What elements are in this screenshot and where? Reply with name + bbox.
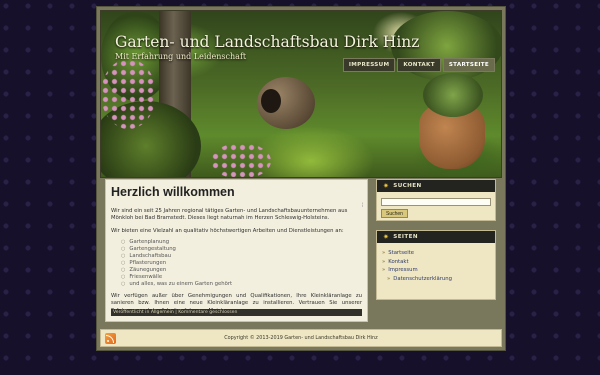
post-meta-bar: Veröffentlicht in Allgemein | Kommentare… [111,309,362,316]
pages-widget-header: ✷ SEITEN [377,231,495,243]
post-intro: Wir sind ein seit 25 Jahren regional tät… [111,208,348,222]
main-content: Herzlich willkommen ¦ Wir sind ein seit … [105,179,368,322]
list-item: Gartenplanung [121,239,362,246]
pages-widget: ✷ SEITEN Startseite Kontakt Impressum Da… [376,230,496,300]
copyright-text: Copyright © 2013-2019 Garten- und Landsc… [224,335,378,341]
page-link-impressum[interactable]: Impressum [382,266,495,275]
site-title[interactable]: Garten- und Landschaftsbau Dirk Hinz [115,33,419,51]
nav-item-kontakt[interactable]: KONTAKT [397,58,441,72]
pages-widget-title: SEITEN [393,234,418,240]
pot-plant-image [423,73,483,117]
comments-status: Kommentare geschlossen [178,310,238,315]
list-item: Pflasterungen [121,260,362,267]
footer: Copyright © 2013-2019 Garten- und Landsc… [100,329,502,347]
meta-separator: | [175,310,177,315]
page-wrapper: Garten- und Landschaftsbau Dirk Hinz Mit… [96,6,506,351]
star-icon: ✷ [383,233,390,241]
page-link-kontakt[interactable]: Kontakt [382,258,495,267]
header-banner: Garten- und Landschaftsbau Dirk Hinz Mit… [100,10,502,178]
pages-list: Startseite Kontakt Impressum Datenschutz… [377,243,495,283]
search-widget-header: ✷ SUCHEN [377,180,495,192]
nav-item-startseite[interactable]: STARTSEITE [442,58,495,72]
category-link[interactable]: Allgemein [151,310,174,315]
meta-prefix: Veröffentlicht in [113,310,150,315]
search-input[interactable] [381,198,491,206]
amphora-image [257,77,315,129]
services-list: Gartenplanung Gartengestaltung Landschaf… [121,239,362,289]
amphora-mouth [261,89,281,113]
list-item: Zäunegungen [121,267,362,274]
services-intro: Wir bieten eine Vielzahl an qualitativ h… [111,228,344,235]
search-widget: ✷ SUCHEN Suchen [376,179,496,221]
search-button[interactable]: Suchen [381,209,408,218]
nav-item-impressum[interactable]: IMPRESSUM [342,58,396,72]
search-widget-title: SUCHEN [393,183,422,189]
site-description: Mit Erfahrung und Leidenschaft [115,52,247,61]
pink-flowers-bottom-image [211,143,271,177]
list-item: Gartengestaltung [121,246,362,253]
edit-marker: ¦ [361,202,363,208]
page-link-datenschutz[interactable]: Datenschutzerklärung [382,275,495,284]
star-icon: ✷ [383,182,390,190]
list-item: Landschaftsbau [121,253,362,260]
list-item: und alles, was zu einem Garten gehört [121,281,362,288]
main-navigation: IMPRESSUM KONTAKT STARTSEITE [342,58,495,72]
pink-flowers-image [101,59,156,129]
post-title[interactable]: Herzlich willkommen [111,185,362,199]
list-item: Friesenwälle [121,274,362,281]
page-link-startseite[interactable]: Startseite [382,249,495,258]
